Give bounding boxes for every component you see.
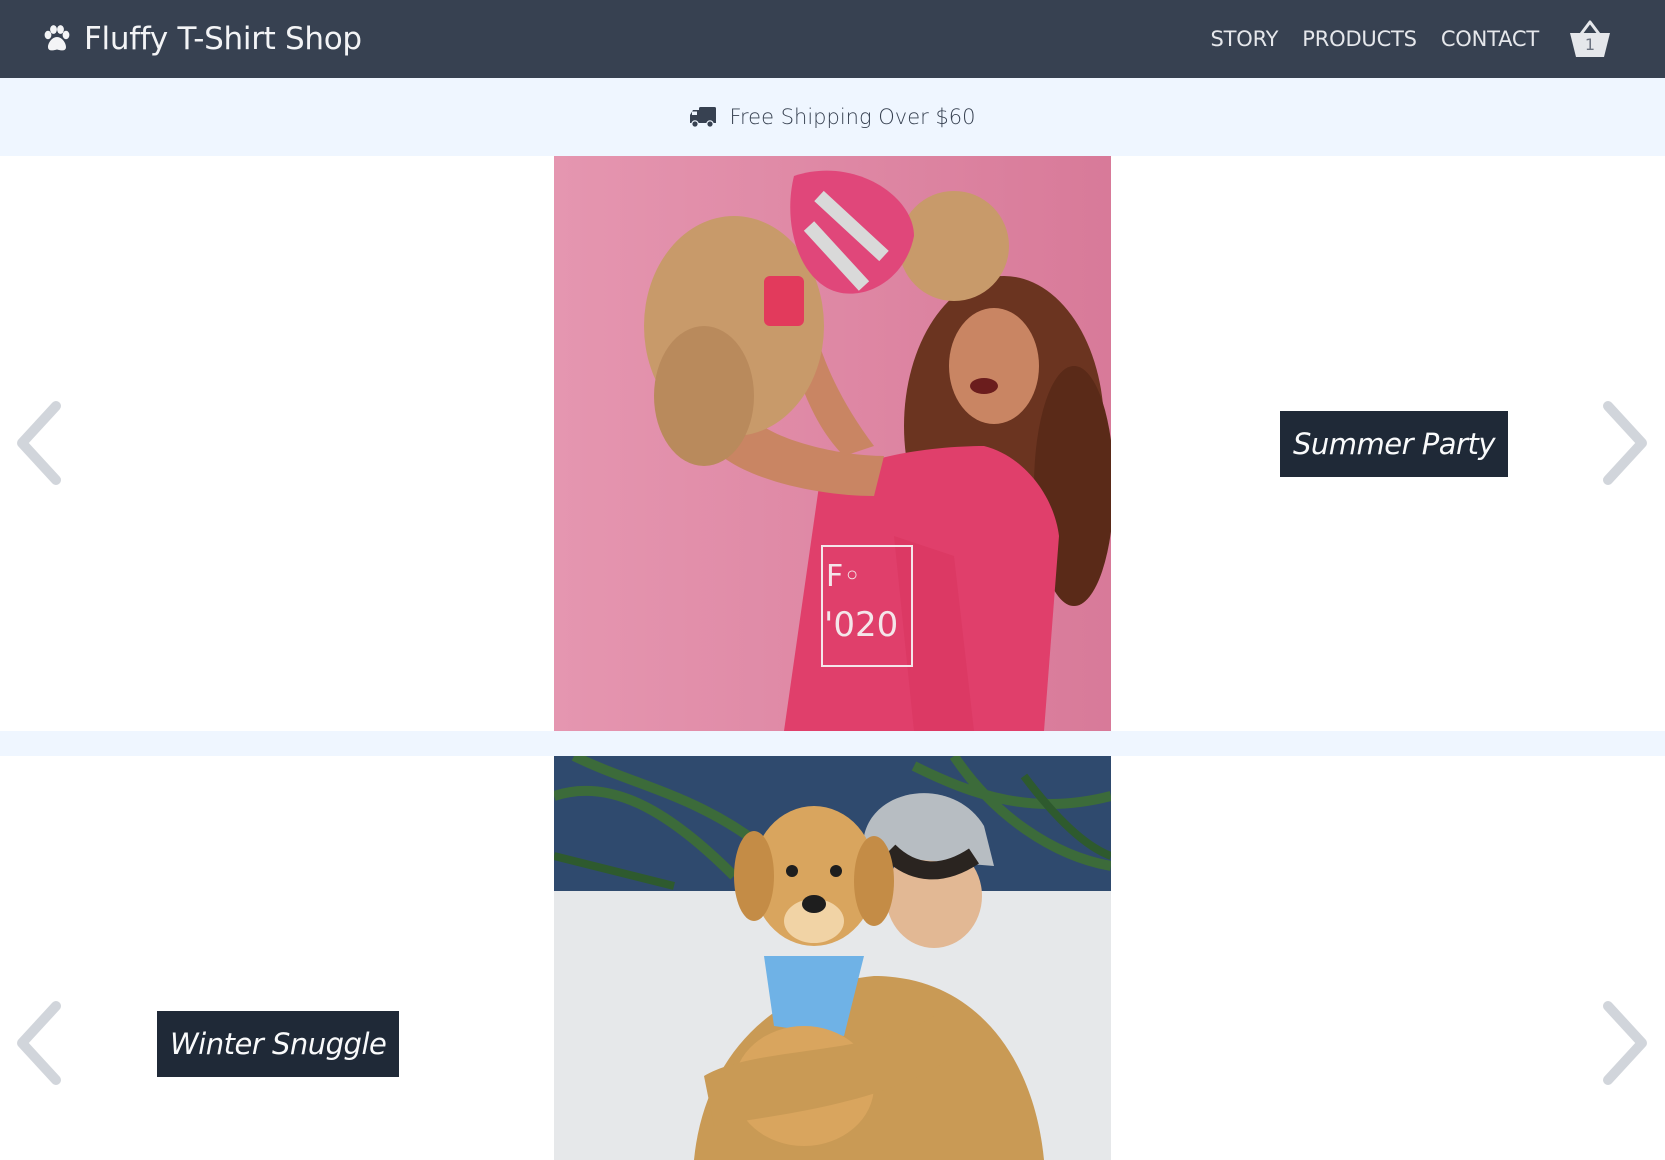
carousel-prev-button[interactable] — [10, 398, 66, 488]
top-navbar: Fluffy T-Shirt Shop STORY PRODUCTS CONTA… — [0, 0, 1665, 78]
brand-link[interactable]: Fluffy T-Shirt Shop — [42, 21, 362, 57]
carousel-next-button[interactable] — [1598, 998, 1654, 1088]
chevron-left-icon — [17, 1001, 61, 1085]
cart-count-badge: 1 — [1584, 35, 1596, 54]
main-nav: STORY PRODUCTS CONTACT 1 — [1211, 18, 1614, 60]
nav-story-link[interactable]: STORY — [1211, 27, 1279, 51]
slide-caption: Summer Party — [1280, 411, 1508, 477]
carousel-next-button[interactable] — [1598, 398, 1654, 488]
carousel-summer-party: F◦ '020 Summer Party — [0, 156, 1665, 731]
cart-button[interactable]: 1 — [1567, 18, 1613, 60]
svg-text:'020: '020 — [824, 605, 898, 645]
brand-name: Fluffy T-Shirt Shop — [84, 21, 362, 57]
section-divider — [0, 731, 1665, 756]
nav-products-link[interactable]: PRODUCTS — [1302, 27, 1417, 51]
chevron-left-icon — [17, 401, 61, 485]
paw-icon — [44, 25, 70, 51]
truck-icon — [690, 107, 717, 128]
man-hugging-golden-retriever-photo — [554, 756, 1111, 1160]
woman-lifting-dog-pink-photo: F◦ '020 — [554, 156, 1111, 731]
slide-caption: Winter Snuggle — [157, 1011, 400, 1077]
carousel-prev-button[interactable] — [10, 998, 66, 1088]
chevron-right-icon — [1603, 401, 1647, 485]
free-shipping-banner: Free Shipping Over $60 — [0, 78, 1665, 156]
nav-contact-link[interactable]: CONTACT — [1441, 27, 1539, 51]
chevron-right-icon — [1603, 1001, 1647, 1085]
carousel-winter-snuggle: Winter Snuggle — [0, 756, 1665, 1160]
free-shipping-text: Free Shipping Over $60 — [729, 105, 976, 129]
svg-text:F◦: F◦ — [826, 559, 861, 594]
